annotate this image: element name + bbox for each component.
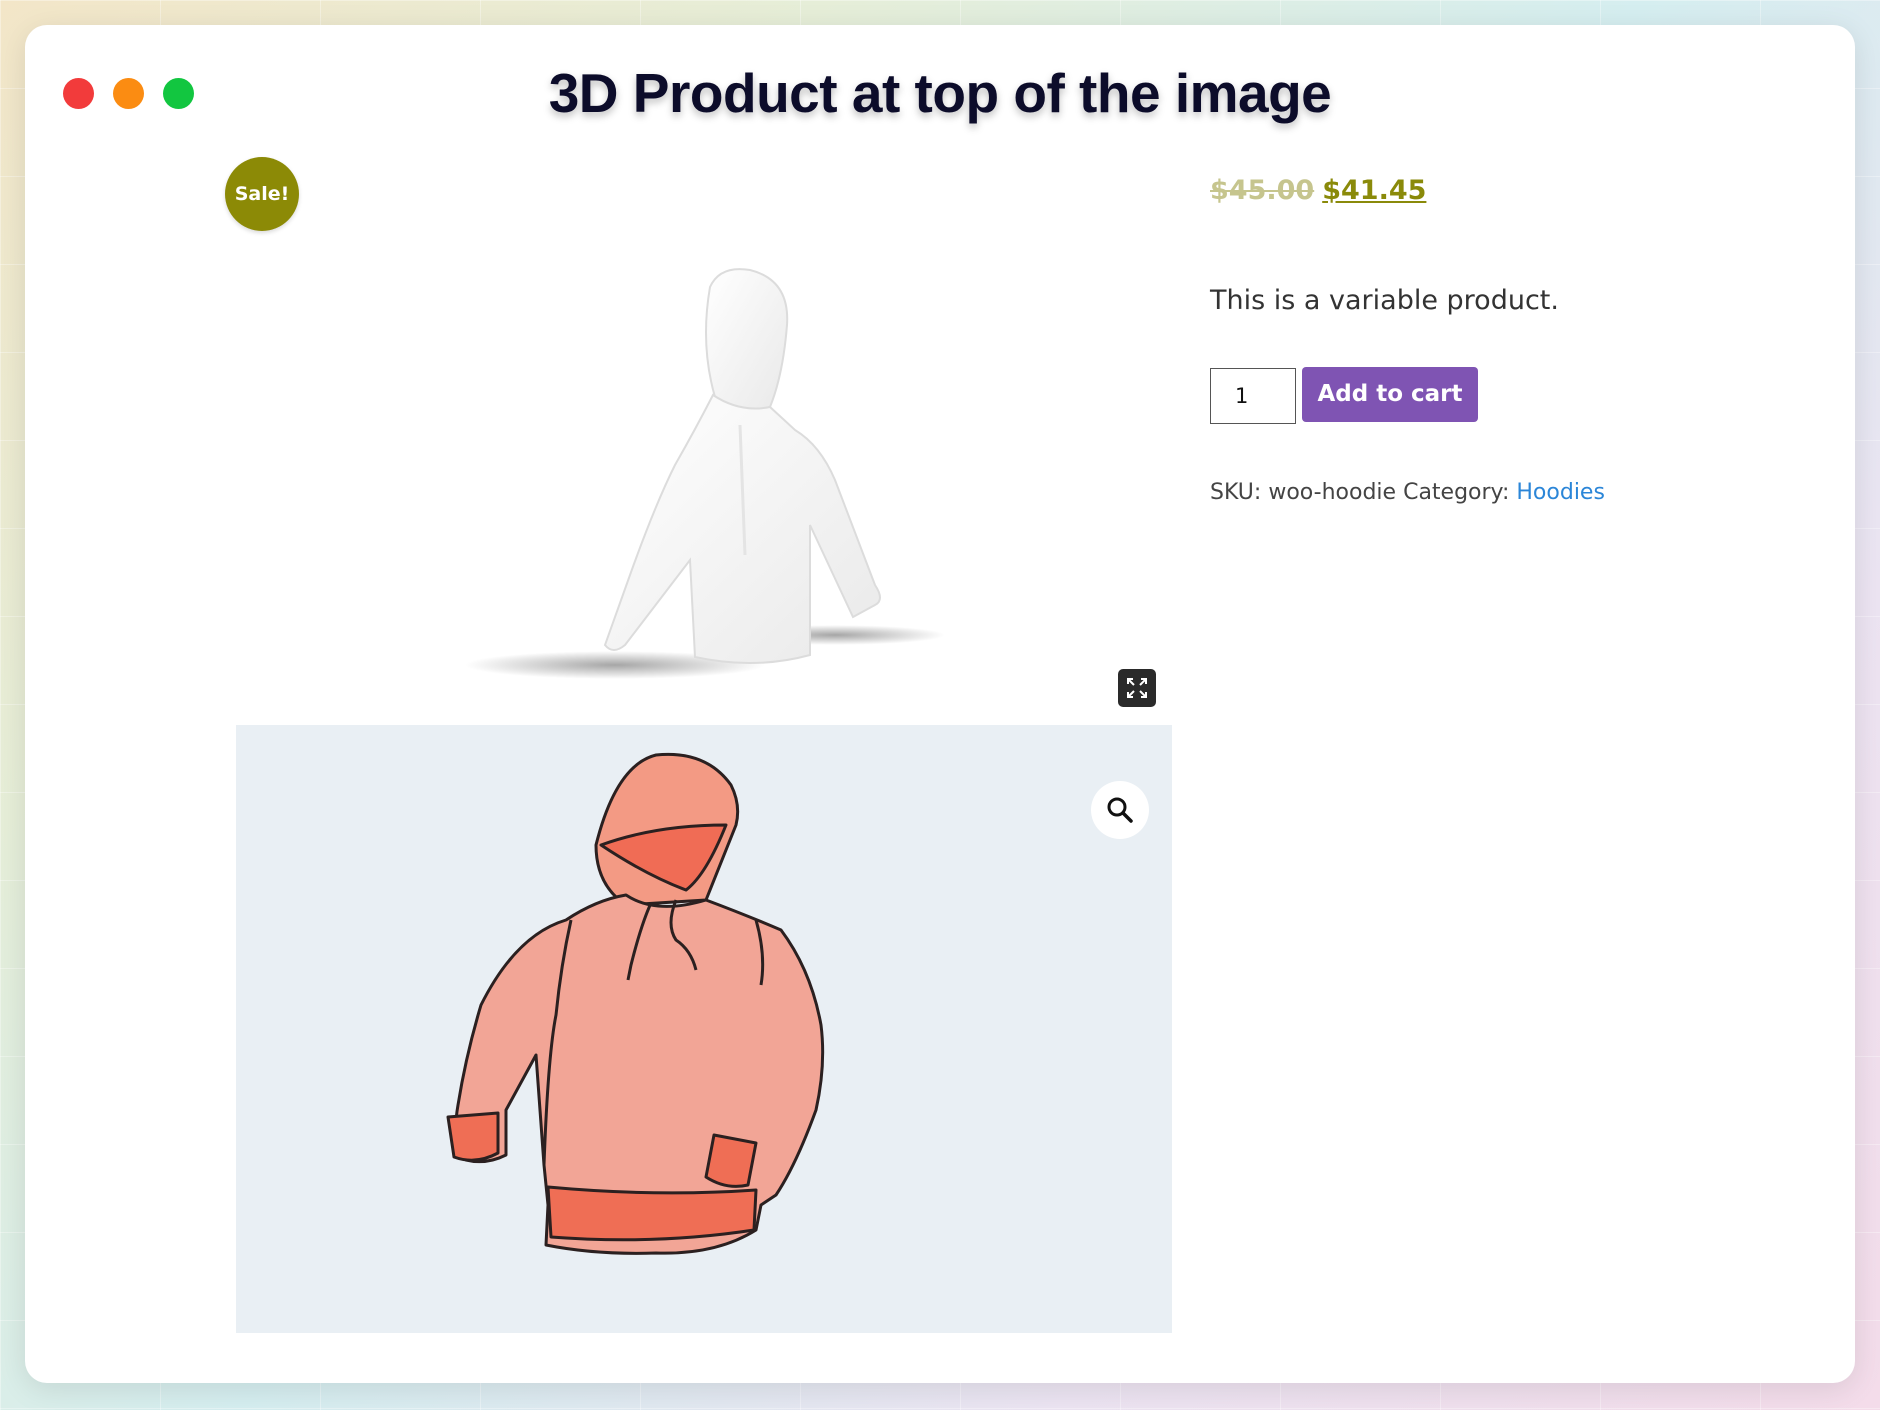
fullscreen-button[interactable] bbox=[1118, 669, 1156, 707]
old-price: $45.00 bbox=[1210, 175, 1315, 206]
category-label: Category: bbox=[1403, 480, 1510, 505]
page-title: 3D Product at top of the image bbox=[548, 62, 1332, 124]
category-link-hoodies[interactable]: Hoodies bbox=[1516, 480, 1605, 505]
sku-label: SKU: bbox=[1210, 480, 1262, 505]
price-block: $45.00 $41.45 bbox=[1210, 175, 1770, 206]
product-gallery-image[interactable] bbox=[236, 725, 1172, 1333]
sale-price: $41.45 bbox=[1322, 175, 1427, 206]
white-hoodie-3d-model bbox=[465, 268, 945, 679]
product-description: This is a variable product. bbox=[1210, 285, 1559, 316]
product-meta: SKU: woo-hoodie Category: Hoodies bbox=[1210, 480, 1605, 505]
expand-arrows-icon bbox=[1127, 678, 1147, 698]
orange-hoodie-drawing bbox=[446, 752, 825, 1255]
app-window: 3D Product at top of the image Sale! $45… bbox=[25, 25, 1855, 1383]
add-to-cart-button[interactable]: Add to cart bbox=[1302, 367, 1478, 422]
3d-product-viewer[interactable] bbox=[235, 225, 1195, 725]
sku-value: woo-hoodie bbox=[1268, 480, 1397, 505]
sale-badge: Sale! bbox=[225, 157, 299, 231]
magnifier-icon bbox=[1107, 797, 1133, 823]
product-summary: $45.00 $41.45 This is a variable product.… bbox=[1210, 175, 1770, 505]
quantity-input[interactable]: 1 bbox=[1210, 368, 1296, 424]
zoom-button[interactable] bbox=[1091, 781, 1149, 839]
